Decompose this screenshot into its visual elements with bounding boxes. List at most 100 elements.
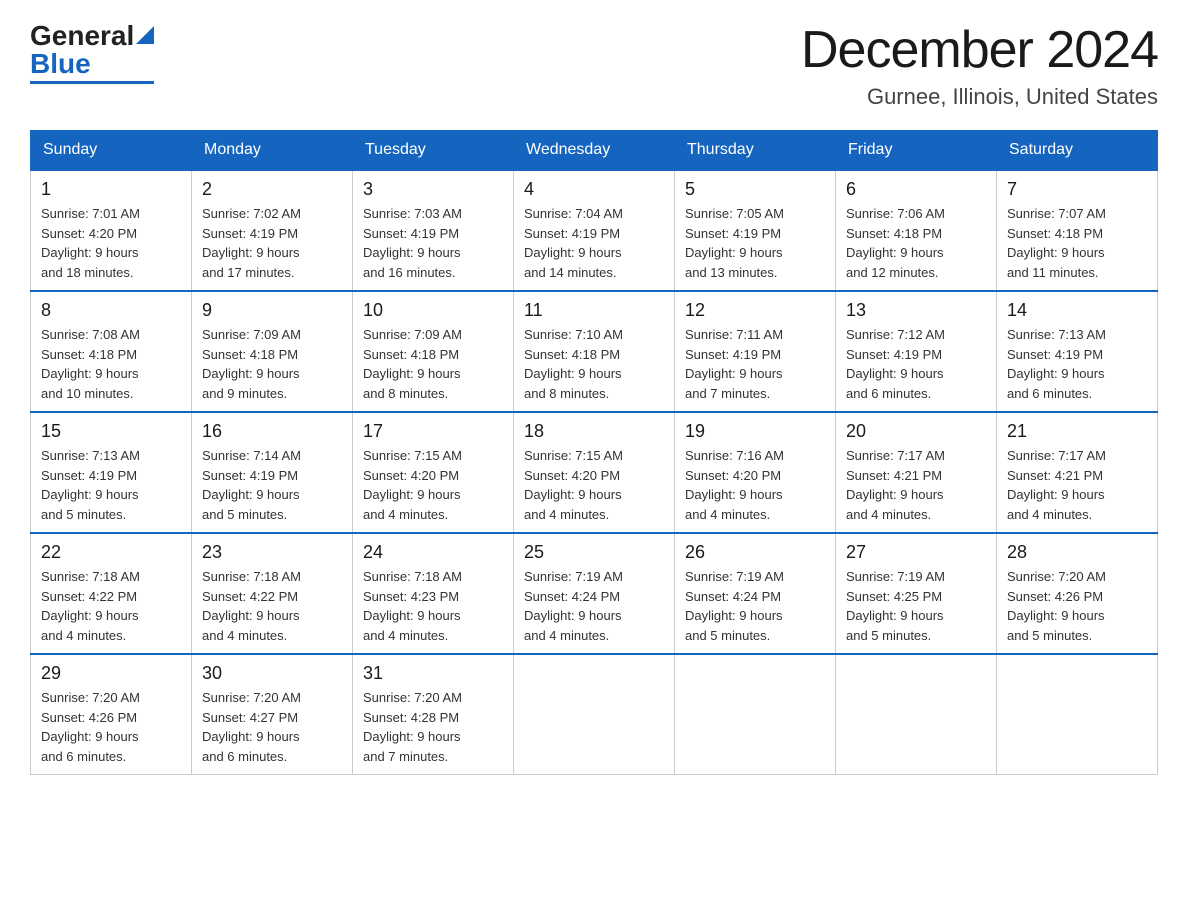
day-info: Sunrise: 7:20 AM Sunset: 4:28 PM Dayligh… (363, 688, 503, 766)
day-info: Sunrise: 7:18 AM Sunset: 4:22 PM Dayligh… (41, 567, 181, 645)
weekday-header-wednesday: Wednesday (514, 131, 675, 171)
calendar-week-row: 1 Sunrise: 7:01 AM Sunset: 4:20 PM Dayli… (31, 170, 1158, 291)
calendar-week-row: 22 Sunrise: 7:18 AM Sunset: 4:22 PM Dayl… (31, 533, 1158, 654)
day-info: Sunrise: 7:17 AM Sunset: 4:21 PM Dayligh… (846, 446, 986, 524)
weekday-header-saturday: Saturday (997, 131, 1158, 171)
page-header: General Blue December 2024 Gurnee, Illin… (30, 20, 1158, 110)
calendar-cell (675, 654, 836, 775)
calendar-cell: 31 Sunrise: 7:20 AM Sunset: 4:28 PM Dayl… (353, 654, 514, 775)
calendar-cell: 23 Sunrise: 7:18 AM Sunset: 4:22 PM Dayl… (192, 533, 353, 654)
day-info: Sunrise: 7:20 AM Sunset: 4:26 PM Dayligh… (41, 688, 181, 766)
day-info: Sunrise: 7:15 AM Sunset: 4:20 PM Dayligh… (524, 446, 664, 524)
calendar-cell (997, 654, 1158, 775)
day-number: 8 (41, 300, 181, 321)
calendar-cell: 25 Sunrise: 7:19 AM Sunset: 4:24 PM Dayl… (514, 533, 675, 654)
calendar-cell: 16 Sunrise: 7:14 AM Sunset: 4:19 PM Dayl… (192, 412, 353, 533)
day-number: 12 (685, 300, 825, 321)
weekday-header-tuesday: Tuesday (353, 131, 514, 171)
day-info: Sunrise: 7:12 AM Sunset: 4:19 PM Dayligh… (846, 325, 986, 403)
day-info: Sunrise: 7:06 AM Sunset: 4:18 PM Dayligh… (846, 204, 986, 282)
day-info: Sunrise: 7:10 AM Sunset: 4:18 PM Dayligh… (524, 325, 664, 403)
day-info: Sunrise: 7:18 AM Sunset: 4:23 PM Dayligh… (363, 567, 503, 645)
day-info: Sunrise: 7:19 AM Sunset: 4:24 PM Dayligh… (524, 567, 664, 645)
day-number: 18 (524, 421, 664, 442)
day-info: Sunrise: 7:11 AM Sunset: 4:19 PM Dayligh… (685, 325, 825, 403)
title-block: December 2024 Gurnee, Illinois, United S… (801, 20, 1158, 110)
day-info: Sunrise: 7:05 AM Sunset: 4:19 PM Dayligh… (685, 204, 825, 282)
calendar-week-row: 29 Sunrise: 7:20 AM Sunset: 4:26 PM Dayl… (31, 654, 1158, 775)
day-number: 2 (202, 179, 342, 200)
day-info: Sunrise: 7:13 AM Sunset: 4:19 PM Dayligh… (41, 446, 181, 524)
day-number: 1 (41, 179, 181, 200)
calendar-cell: 14 Sunrise: 7:13 AM Sunset: 4:19 PM Dayl… (997, 291, 1158, 412)
calendar-cell: 5 Sunrise: 7:05 AM Sunset: 4:19 PM Dayli… (675, 170, 836, 291)
calendar-cell: 27 Sunrise: 7:19 AM Sunset: 4:25 PM Dayl… (836, 533, 997, 654)
day-info: Sunrise: 7:01 AM Sunset: 4:20 PM Dayligh… (41, 204, 181, 282)
calendar-cell (514, 654, 675, 775)
calendar-cell: 8 Sunrise: 7:08 AM Sunset: 4:18 PM Dayli… (31, 291, 192, 412)
day-number: 6 (846, 179, 986, 200)
day-number: 31 (363, 663, 503, 684)
day-number: 29 (41, 663, 181, 684)
day-number: 5 (685, 179, 825, 200)
calendar-table: SundayMondayTuesdayWednesdayThursdayFrid… (30, 130, 1158, 775)
calendar-cell: 12 Sunrise: 7:11 AM Sunset: 4:19 PM Dayl… (675, 291, 836, 412)
calendar-cell: 17 Sunrise: 7:15 AM Sunset: 4:20 PM Dayl… (353, 412, 514, 533)
day-number: 24 (363, 542, 503, 563)
calendar-cell: 2 Sunrise: 7:02 AM Sunset: 4:19 PM Dayli… (192, 170, 353, 291)
day-number: 26 (685, 542, 825, 563)
day-number: 16 (202, 421, 342, 442)
weekday-header-friday: Friday (836, 131, 997, 171)
calendar-cell: 1 Sunrise: 7:01 AM Sunset: 4:20 PM Dayli… (31, 170, 192, 291)
calendar-cell: 21 Sunrise: 7:17 AM Sunset: 4:21 PM Dayl… (997, 412, 1158, 533)
weekday-header-monday: Monday (192, 131, 353, 171)
day-number: 3 (363, 179, 503, 200)
calendar-cell: 30 Sunrise: 7:20 AM Sunset: 4:27 PM Dayl… (192, 654, 353, 775)
calendar-week-row: 8 Sunrise: 7:08 AM Sunset: 4:18 PM Dayli… (31, 291, 1158, 412)
calendar-cell: 11 Sunrise: 7:10 AM Sunset: 4:18 PM Dayl… (514, 291, 675, 412)
day-info: Sunrise: 7:07 AM Sunset: 4:18 PM Dayligh… (1007, 204, 1147, 282)
day-info: Sunrise: 7:08 AM Sunset: 4:18 PM Dayligh… (41, 325, 181, 403)
day-number: 23 (202, 542, 342, 563)
day-number: 25 (524, 542, 664, 563)
calendar-cell: 20 Sunrise: 7:17 AM Sunset: 4:21 PM Dayl… (836, 412, 997, 533)
calendar-cell: 6 Sunrise: 7:06 AM Sunset: 4:18 PM Dayli… (836, 170, 997, 291)
day-info: Sunrise: 7:09 AM Sunset: 4:18 PM Dayligh… (202, 325, 342, 403)
day-number: 14 (1007, 300, 1147, 321)
calendar-cell: 26 Sunrise: 7:19 AM Sunset: 4:24 PM Dayl… (675, 533, 836, 654)
day-number: 10 (363, 300, 503, 321)
logo-blue-text: Blue (30, 48, 91, 80)
weekday-header-row: SundayMondayTuesdayWednesdayThursdayFrid… (31, 131, 1158, 171)
calendar-cell: 18 Sunrise: 7:15 AM Sunset: 4:20 PM Dayl… (514, 412, 675, 533)
day-number: 22 (41, 542, 181, 563)
calendar-cell: 15 Sunrise: 7:13 AM Sunset: 4:19 PM Dayl… (31, 412, 192, 533)
day-info: Sunrise: 7:16 AM Sunset: 4:20 PM Dayligh… (685, 446, 825, 524)
day-info: Sunrise: 7:15 AM Sunset: 4:20 PM Dayligh… (363, 446, 503, 524)
calendar-cell: 3 Sunrise: 7:03 AM Sunset: 4:19 PM Dayli… (353, 170, 514, 291)
day-number: 19 (685, 421, 825, 442)
calendar-cell: 9 Sunrise: 7:09 AM Sunset: 4:18 PM Dayli… (192, 291, 353, 412)
calendar-cell: 4 Sunrise: 7:04 AM Sunset: 4:19 PM Dayli… (514, 170, 675, 291)
logo-triangle-icon (136, 22, 154, 49)
location-title: Gurnee, Illinois, United States (801, 84, 1158, 110)
day-info: Sunrise: 7:18 AM Sunset: 4:22 PM Dayligh… (202, 567, 342, 645)
month-title: December 2024 (801, 20, 1158, 80)
calendar-cell: 13 Sunrise: 7:12 AM Sunset: 4:19 PM Dayl… (836, 291, 997, 412)
day-info: Sunrise: 7:19 AM Sunset: 4:25 PM Dayligh… (846, 567, 986, 645)
day-number: 9 (202, 300, 342, 321)
calendar-cell: 28 Sunrise: 7:20 AM Sunset: 4:26 PM Dayl… (997, 533, 1158, 654)
day-info: Sunrise: 7:02 AM Sunset: 4:19 PM Dayligh… (202, 204, 342, 282)
day-number: 15 (41, 421, 181, 442)
calendar-cell (836, 654, 997, 775)
day-number: 13 (846, 300, 986, 321)
day-number: 17 (363, 421, 503, 442)
calendar-cell: 24 Sunrise: 7:18 AM Sunset: 4:23 PM Dayl… (353, 533, 514, 654)
logo: General Blue (30, 20, 154, 84)
calendar-cell: 22 Sunrise: 7:18 AM Sunset: 4:22 PM Dayl… (31, 533, 192, 654)
calendar-cell: 7 Sunrise: 7:07 AM Sunset: 4:18 PM Dayli… (997, 170, 1158, 291)
day-info: Sunrise: 7:03 AM Sunset: 4:19 PM Dayligh… (363, 204, 503, 282)
calendar-cell: 10 Sunrise: 7:09 AM Sunset: 4:18 PM Dayl… (353, 291, 514, 412)
day-number: 4 (524, 179, 664, 200)
day-info: Sunrise: 7:04 AM Sunset: 4:19 PM Dayligh… (524, 204, 664, 282)
day-number: 30 (202, 663, 342, 684)
